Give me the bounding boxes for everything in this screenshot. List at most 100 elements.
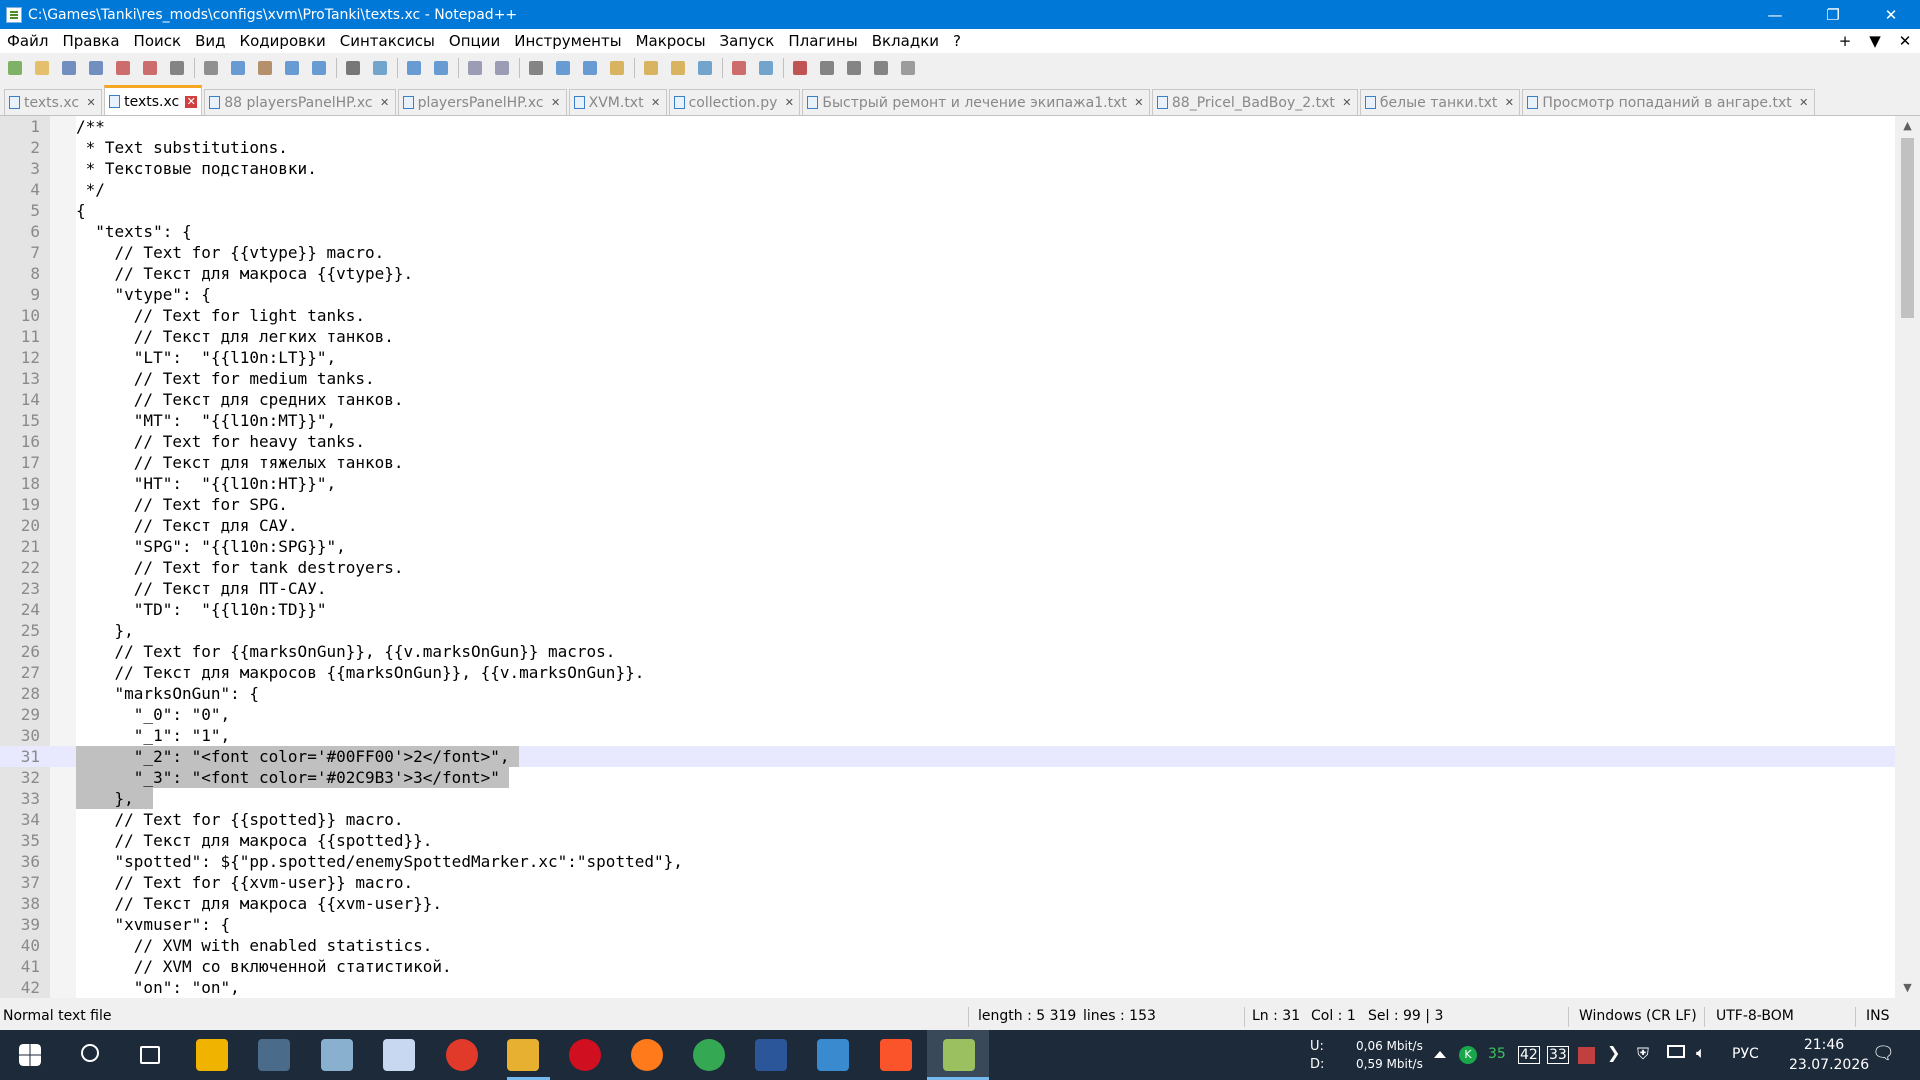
menu-item[interactable]: Синтаксисы <box>333 32 442 50</box>
all-chars-icon[interactable] <box>552 57 574 79</box>
minimize-button[interactable]: — <box>1746 0 1804 29</box>
tab-list-icon[interactable]: ▼ <box>1860 32 1890 50</box>
explorer-window-icon[interactable] <box>258 1039 290 1071</box>
tab-2[interactable]: 88 playersPanelHP.xc ✕ <box>204 89 396 115</box>
menu-item[interactable]: Запуск <box>713 32 782 50</box>
terminal-tray-icon[interactable]: ❯ <box>1607 1043 1620 1062</box>
notification-icon[interactable]: 🗨︎ <box>1872 1043 1895 1064</box>
language-indicator[interactable]: РУС <box>1732 1046 1759 1062</box>
code-line[interactable]: 12 "LT": "{{l10n:LT}}", <box>0 347 1895 368</box>
folder-icon[interactable] <box>507 1039 539 1071</box>
code-line[interactable]: 13 // Text for medium tanks. <box>0 368 1895 389</box>
code-line[interactable]: 25 }, <box>0 620 1895 641</box>
tab-6[interactable]: Быстрый ремонт и лечение экипажа1.txt ✕ <box>802 89 1150 115</box>
tab-close-icon[interactable]: ✕ <box>650 96 662 109</box>
tray-expand-icon[interactable] <box>1434 1051 1446 1058</box>
maximize-button[interactable]: ❐ <box>1804 0 1862 29</box>
stop-icon[interactable] <box>816 57 838 79</box>
tab-close-icon[interactable]: ✕ <box>1503 96 1515 109</box>
tab-close-icon[interactable]: ✕ <box>185 95 198 108</box>
record-icon[interactable] <box>789 57 811 79</box>
code-line[interactable]: 38 // Текст для макроса {{xvm-user}}. <box>0 893 1895 914</box>
menu-item[interactable]: Правка <box>55 32 126 50</box>
code-line[interactable]: 37 // Text for {{xvm-user}} macro. <box>0 872 1895 893</box>
new-icon[interactable] <box>4 57 26 79</box>
code-line[interactable]: 33 }, <box>0 788 1895 809</box>
code-line[interactable]: 35 // Текст для макроса {{spotted}}. <box>0 830 1895 851</box>
code-line[interactable]: 7 // Text for {{vtype}} macro. <box>0 242 1895 263</box>
clock-time[interactable]: 21:46 <box>1789 1037 1859 1053</box>
save-macro-icon[interactable] <box>897 57 919 79</box>
ide-icon[interactable] <box>321 1039 353 1071</box>
menu-item[interactable]: Вкладки <box>865 32 946 50</box>
code-line[interactable]: 27 // Текст для макросов {{marksOnGun}},… <box>0 662 1895 683</box>
tray-number-33[interactable]: 33 <box>1547 1046 1569 1064</box>
code-line[interactable]: 16 // Text for heavy tanks. <box>0 431 1895 452</box>
cut-icon[interactable] <box>200 57 222 79</box>
menu-item[interactable]: Файл <box>0 32 55 50</box>
code-line[interactable]: 39 "xvmuser": { <box>0 914 1895 935</box>
code-line[interactable]: 30 "_1": "1", <box>0 725 1895 746</box>
code-line[interactable]: 21 "SPG": "{{l10n:SPG}}", <box>0 536 1895 557</box>
doc-map-icon[interactable] <box>606 57 628 79</box>
close-button[interactable]: ✕ <box>1862 0 1920 29</box>
clock-date[interactable]: 23.07.2026 <box>1789 1057 1869 1073</box>
find-icon[interactable] <box>342 57 364 79</box>
notepad-icon[interactable] <box>383 1039 415 1071</box>
undo-icon[interactable] <box>281 57 303 79</box>
tab-close-icon[interactable]: ✕ <box>85 96 97 109</box>
print-icon[interactable] <box>166 57 188 79</box>
play-icon[interactable] <box>843 57 865 79</box>
code-line[interactable]: 15 "MT": "{{l10n:MT}}", <box>0 410 1895 431</box>
save-icon[interactable] <box>58 57 80 79</box>
code-line[interactable]: 29 "_0": "0", <box>0 704 1895 725</box>
tab-7[interactable]: 88_Pricel_BadBoy_2.txt ✕ <box>1151 89 1358 115</box>
opera-icon[interactable] <box>569 1039 601 1071</box>
start-icon[interactable] <box>19 1044 41 1066</box>
scroll-up-icon[interactable]: ▲ <box>1895 116 1920 136</box>
game-launcher-icon[interactable] <box>817 1039 849 1071</box>
zoom-in-icon[interactable] <box>403 57 425 79</box>
tab-4[interactable]: XVM.txt ✕ <box>568 89 667 115</box>
menu-item[interactable]: Макросы <box>629 32 713 50</box>
code-line[interactable]: 20 // Текст для САУ. <box>0 515 1895 536</box>
new-tab-icon[interactable]: + <box>1830 32 1860 50</box>
replace-icon[interactable] <box>369 57 391 79</box>
editor[interactable]: 1/** 2 * Text substitutions. 3 * Текстовые… <box>0 116 1920 998</box>
firefox-icon[interactable] <box>631 1039 663 1071</box>
code-line[interactable]: 6 "texts": { <box>0 221 1895 242</box>
sync-h-icon[interactable] <box>491 57 513 79</box>
tray-number-green[interactable]: 35 <box>1488 1046 1506 1062</box>
sync-v-icon[interactable] <box>464 57 486 79</box>
tab-8[interactable]: белые танки.txt ✕ <box>1359 89 1521 115</box>
code-line[interactable]: 5{ <box>0 200 1895 221</box>
tab-close-icon[interactable]: ✕ <box>550 96 562 109</box>
tab-close-icon[interactable]: ✕ <box>379 96 391 109</box>
code-line[interactable]: 36 "spotted": ${"pp.spotted/enemySpotted… <box>0 851 1895 872</box>
code-line[interactable]: 18 "HT": "{{l10n:HT}}", <box>0 473 1895 494</box>
monitor-icon[interactable] <box>728 57 750 79</box>
code-line[interactable]: 19 // Text for SPG. <box>0 494 1895 515</box>
code-line[interactable]: 23 // Текст для ПТ-САУ. <box>0 578 1895 599</box>
network-icon[interactable] <box>1667 1045 1685 1058</box>
zoom-out-icon[interactable] <box>430 57 452 79</box>
yandex-browser-icon[interactable] <box>446 1039 478 1071</box>
tab-5[interactable]: collection.py ✕ <box>668 89 801 115</box>
paste-icon[interactable] <box>254 57 276 79</box>
scroll-down-icon[interactable]: ▼ <box>1895 978 1920 998</box>
search-icon[interactable] <box>81 1044 99 1062</box>
indent-guide-icon[interactable] <box>579 57 601 79</box>
warning-app-icon[interactable] <box>196 1039 228 1071</box>
code-line[interactable]: 11 // Текст для легких танков. <box>0 326 1895 347</box>
code-line[interactable]: 34 // Text for {{spotted}} macro. <box>0 809 1895 830</box>
code-line[interactable]: 24 "TD": "{{l10n:TD}}" <box>0 599 1895 620</box>
code-line[interactable]: 8 // Текст для макроса {{vtype}}. <box>0 263 1895 284</box>
code-line[interactable]: 3 * Текстовые подстановки. <box>0 158 1895 179</box>
code-line[interactable]: 41 // XVM со включенной статистикой. <box>0 956 1895 977</box>
code-line[interactable]: 40 // XVM with enabled statistics. <box>0 935 1895 956</box>
code-line[interactable]: 22 // Text for tank destroyers. <box>0 557 1895 578</box>
scroll-thumb[interactable] <box>1901 138 1914 318</box>
menu-item[interactable]: Поиск <box>127 32 189 50</box>
code-line[interactable]: 32 "_3": "<font color='#02C9B3'>3</font>… <box>0 767 1895 788</box>
menu-item[interactable]: Плагины <box>781 32 864 50</box>
